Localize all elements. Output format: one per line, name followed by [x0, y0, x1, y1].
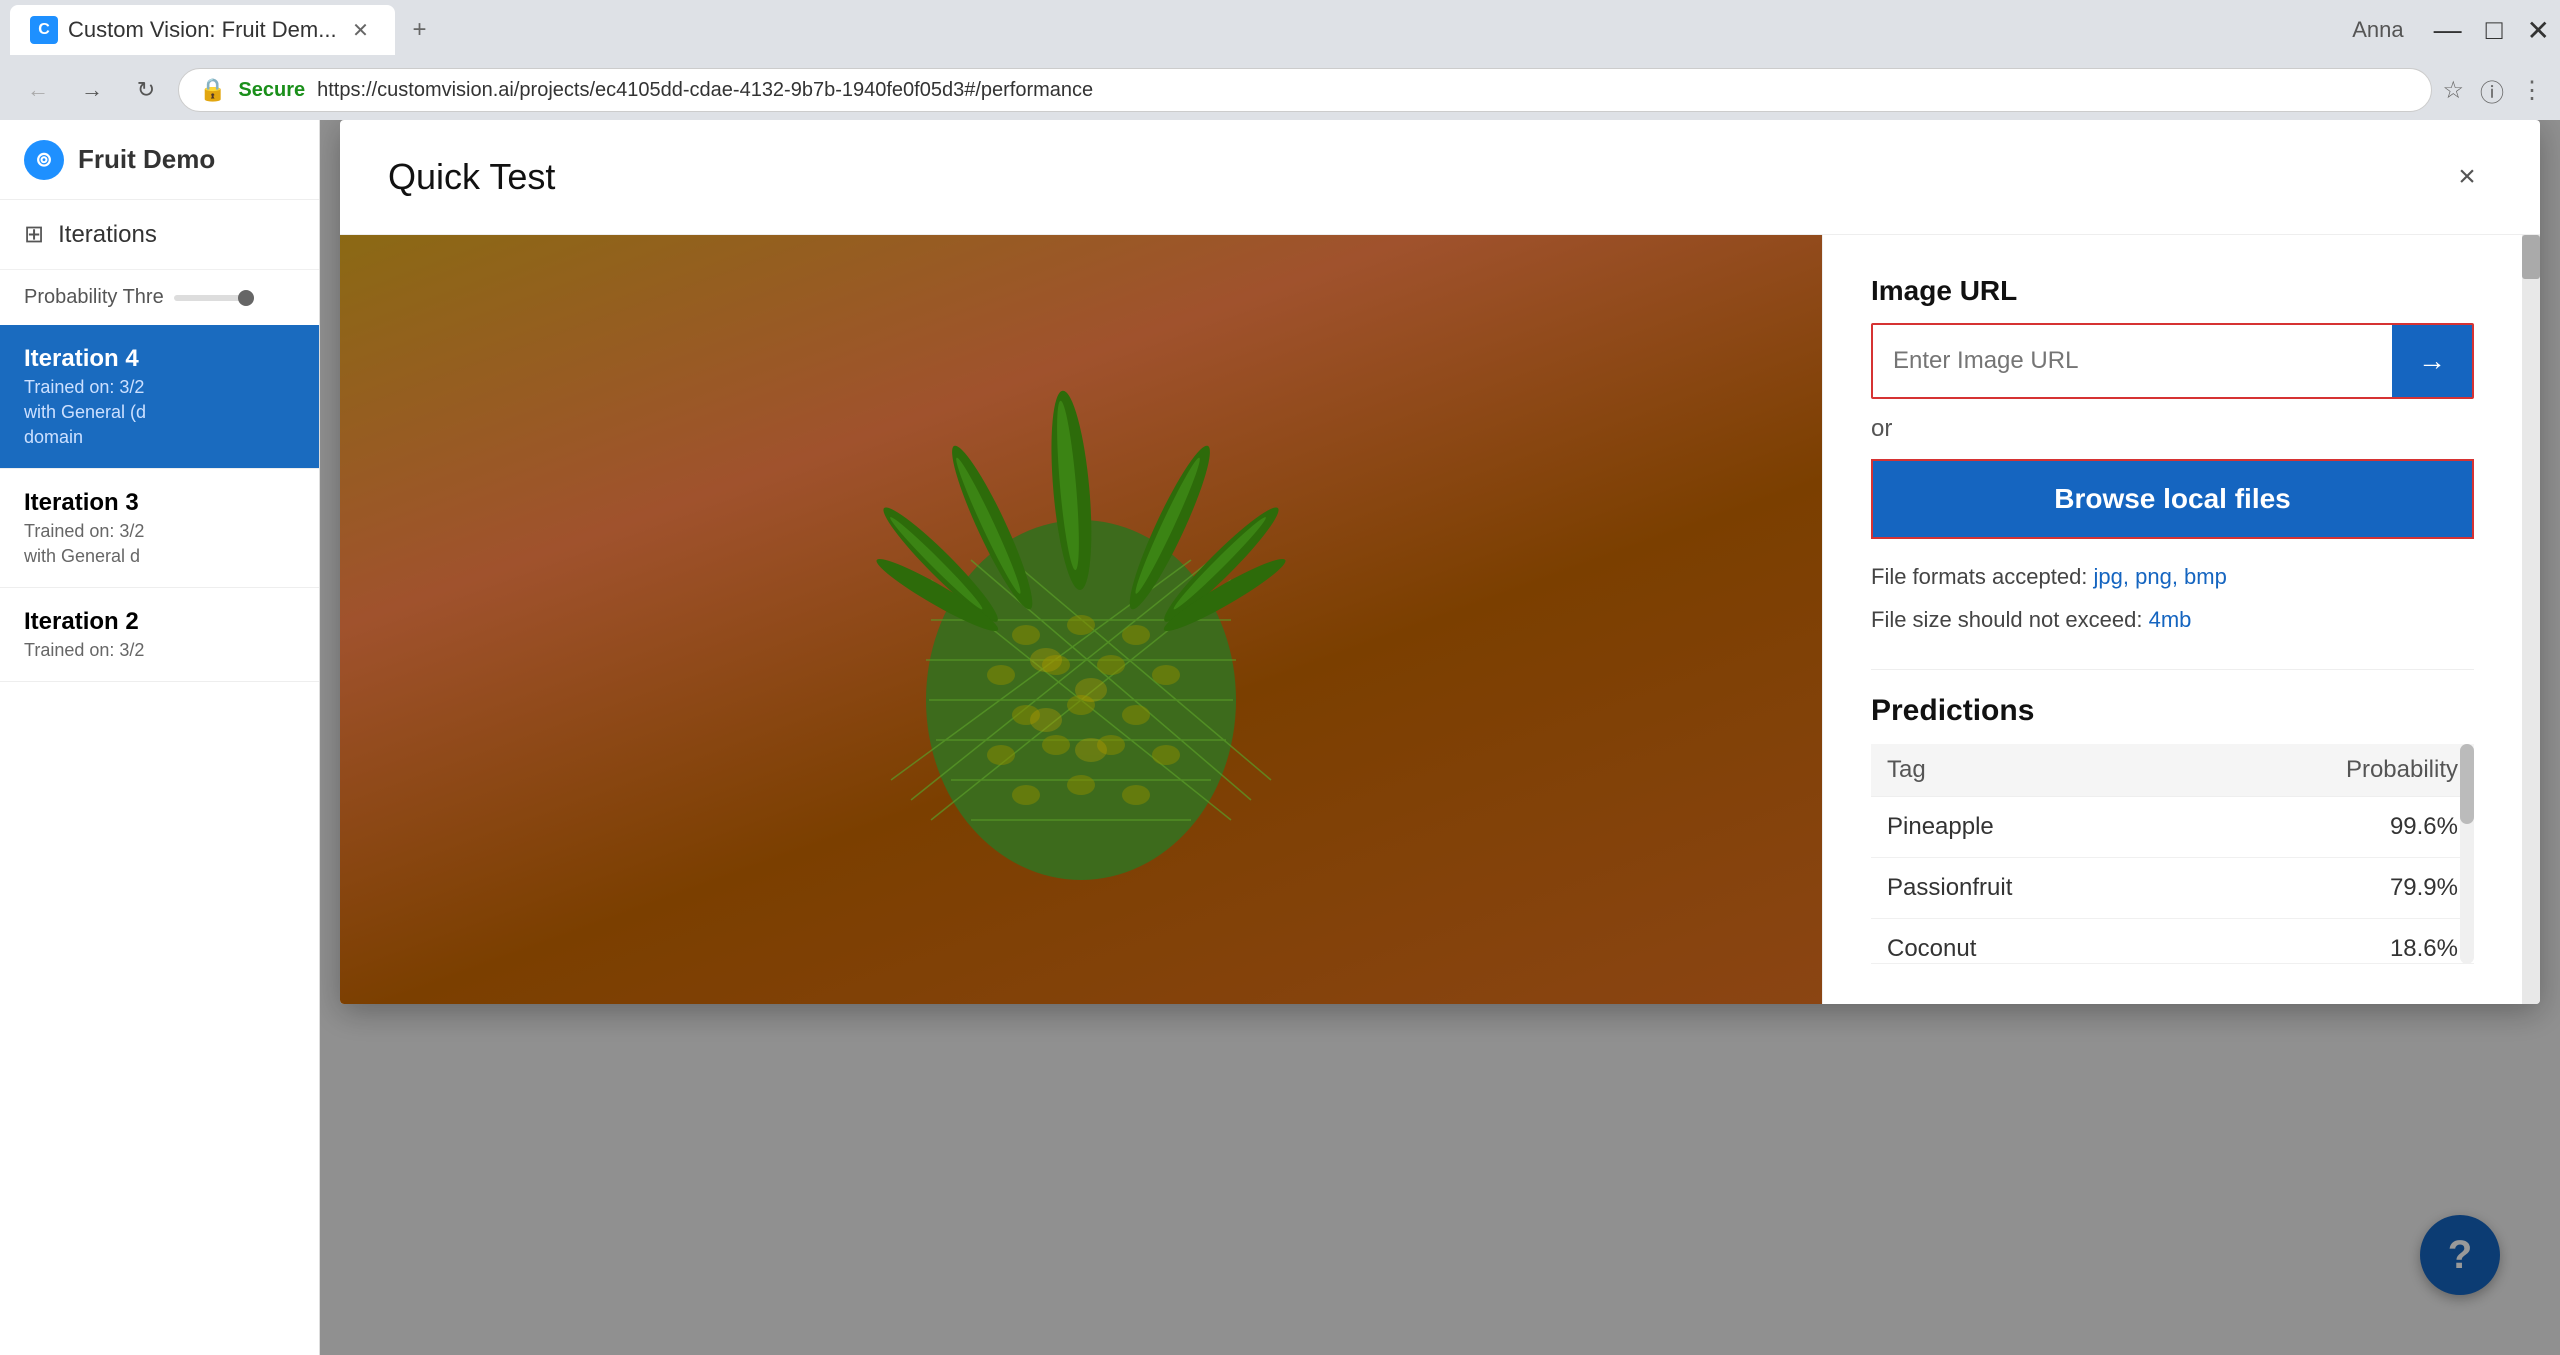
- predictions-scrollbar[interactable]: [2460, 744, 2474, 964]
- modal-image-panel: [340, 235, 1822, 1004]
- iteration-4-title: Iteration 4: [24, 345, 295, 373]
- iteration-4-sub2: with General (d: [24, 402, 295, 423]
- file-formats-links: jpg, png, bmp: [2094, 564, 2227, 589]
- iteration-3-item[interactable]: Iteration 3 Trained on: 3/2 with General…: [0, 469, 319, 588]
- prediction-prob-1: 79.9%: [2186, 858, 2474, 919]
- iteration-4-sub3: domain: [24, 427, 295, 448]
- iteration-4-item[interactable]: Iteration 4 Trained on: 3/2 with General…: [0, 325, 319, 469]
- browser-tab[interactable]: C Custom Vision: Fruit Dem... ✕: [10, 5, 395, 55]
- prediction-prob-0: 99.6%: [2186, 797, 2474, 858]
- tab-close-button[interactable]: ✕: [347, 16, 375, 44]
- modal-outer-scrollbar-thumb[interactable]: [2522, 235, 2540, 279]
- url-input[interactable]: [1873, 325, 2392, 397]
- maximize-button[interactable]: □: [2476, 9, 2513, 51]
- iteration-3-sub1: Trained on: 3/2: [24, 521, 295, 542]
- url-submit-button[interactable]: →: [2392, 325, 2472, 397]
- app-logo: ⊚: [24, 140, 64, 180]
- iteration-3-title: Iteration 3: [24, 489, 295, 517]
- file-formats-text: File formats accepted:: [1871, 564, 2094, 589]
- iteration-2-sub1: Trained on: 3/2: [24, 640, 295, 661]
- col-tag-header: Tag: [1871, 744, 2186, 797]
- file-formats-info: File formats accepted: jpg, png, bmp: [1871, 559, 2474, 594]
- secure-text: Secure: [238, 79, 305, 102]
- tab-title: Custom Vision: Fruit Dem...: [68, 17, 337, 43]
- arrow-right-icon: →: [2418, 345, 2446, 377]
- probability-threshold-section: Probability Thre: [0, 270, 319, 325]
- tab-favicon: C: [30, 16, 58, 44]
- pineapple-image: [871, 320, 1291, 920]
- star-icon[interactable]: ☆: [2442, 76, 2464, 105]
- url-input-row: →: [1871, 323, 2474, 399]
- table-row: Pineapple 99.6%: [1871, 797, 2474, 858]
- predictions-label: Predictions: [1871, 694, 2474, 728]
- prediction-tag-0: Pineapple: [1871, 797, 2186, 858]
- prob-slider-handle[interactable]: [238, 290, 254, 306]
- predictions-scrollbar-thumb[interactable]: [2460, 744, 2474, 824]
- address-bar[interactable]: 🔒 Secure https://customvision.ai/project…: [178, 68, 2432, 112]
- col-probability-header: Probability: [2186, 744, 2474, 797]
- main-content: ⚙ ? Quick Test ×: [320, 120, 2560, 1355]
- file-size-text: File size should not exceed:: [1871, 607, 2149, 632]
- modal-body: Image URL → or Browse local files: [340, 235, 2540, 1004]
- or-divider: or: [1871, 415, 2474, 443]
- sidebar-header: ⊚ Fruit Demo: [0, 120, 319, 200]
- modal-outer-scrollbar[interactable]: [2522, 235, 2540, 1004]
- browse-local-files-button[interactable]: Browse local files: [1871, 459, 2474, 539]
- secure-icon: 🔒: [199, 77, 226, 103]
- back-button[interactable]: ←: [16, 68, 60, 112]
- prediction-tag-2: Coconut: [1871, 919, 2186, 964]
- predictions-table: Tag Probability Pineapple 99.6%: [1871, 744, 2474, 964]
- app-name: Fruit Demo: [78, 144, 215, 175]
- image-url-label: Image URL: [1871, 275, 2474, 307]
- prediction-prob-2: 18.6%: [2186, 919, 2474, 964]
- file-size-info: File size should not exceed: 4mb: [1871, 602, 2474, 637]
- iterations-label: Iterations: [58, 221, 157, 249]
- predictions-table-wrapper: Tag Probability Pineapple 99.6%: [1871, 744, 2474, 964]
- table-row: Passionfruit 79.9%: [1871, 858, 2474, 919]
- modal-title: Quick Test: [388, 156, 2442, 198]
- prob-slider[interactable]: [174, 295, 254, 301]
- info-icon[interactable]: ⓘ: [2480, 73, 2504, 108]
- browse-button-label: Browse local files: [2054, 483, 2291, 515]
- iteration-4-sub1: Trained on: 3/2: [24, 377, 295, 398]
- url-text: https://customvision.ai/projects/ec4105d…: [317, 79, 1093, 102]
- modal-close-button[interactable]: ×: [2442, 152, 2492, 202]
- quick-test-modal: Quick Test ×: [340, 120, 2540, 1004]
- minimize-button[interactable]: —: [2424, 9, 2472, 51]
- modal-header: Quick Test ×: [340, 120, 2540, 235]
- predictions-section: Predictions Tag Probability: [1871, 669, 2474, 964]
- forward-button[interactable]: →: [70, 68, 114, 112]
- close-window-button[interactable]: ✕: [2517, 9, 2560, 52]
- refresh-button[interactable]: ↻: [124, 68, 168, 112]
- prob-threshold-label: Probability Thre: [24, 286, 164, 309]
- iteration-2-item[interactable]: Iteration 2 Trained on: 3/2: [0, 588, 319, 682]
- iteration-2-title: Iteration 2: [24, 608, 295, 636]
- username-label: Anna: [2336, 17, 2419, 43]
- sidebar-item-iterations[interactable]: ⊞ Iterations: [0, 200, 319, 270]
- iteration-3-sub2: with General d: [24, 546, 295, 567]
- prediction-tag-1: Passionfruit: [1871, 858, 2186, 919]
- table-row: Coconut 18.6%: [1871, 919, 2474, 964]
- sidebar: ⊚ Fruit Demo ⊞ Iterations Probability Th…: [0, 120, 320, 1355]
- new-tab-button[interactable]: +: [395, 5, 445, 55]
- modal-overlay: Quick Test ×: [320, 120, 2560, 1355]
- menu-icon[interactable]: ⋮: [2520, 76, 2544, 105]
- layers-icon: ⊞: [24, 220, 44, 249]
- modal-right-panel: Image URL → or Browse local files: [1822, 235, 2522, 1004]
- file-size-link: 4mb: [2149, 607, 2192, 632]
